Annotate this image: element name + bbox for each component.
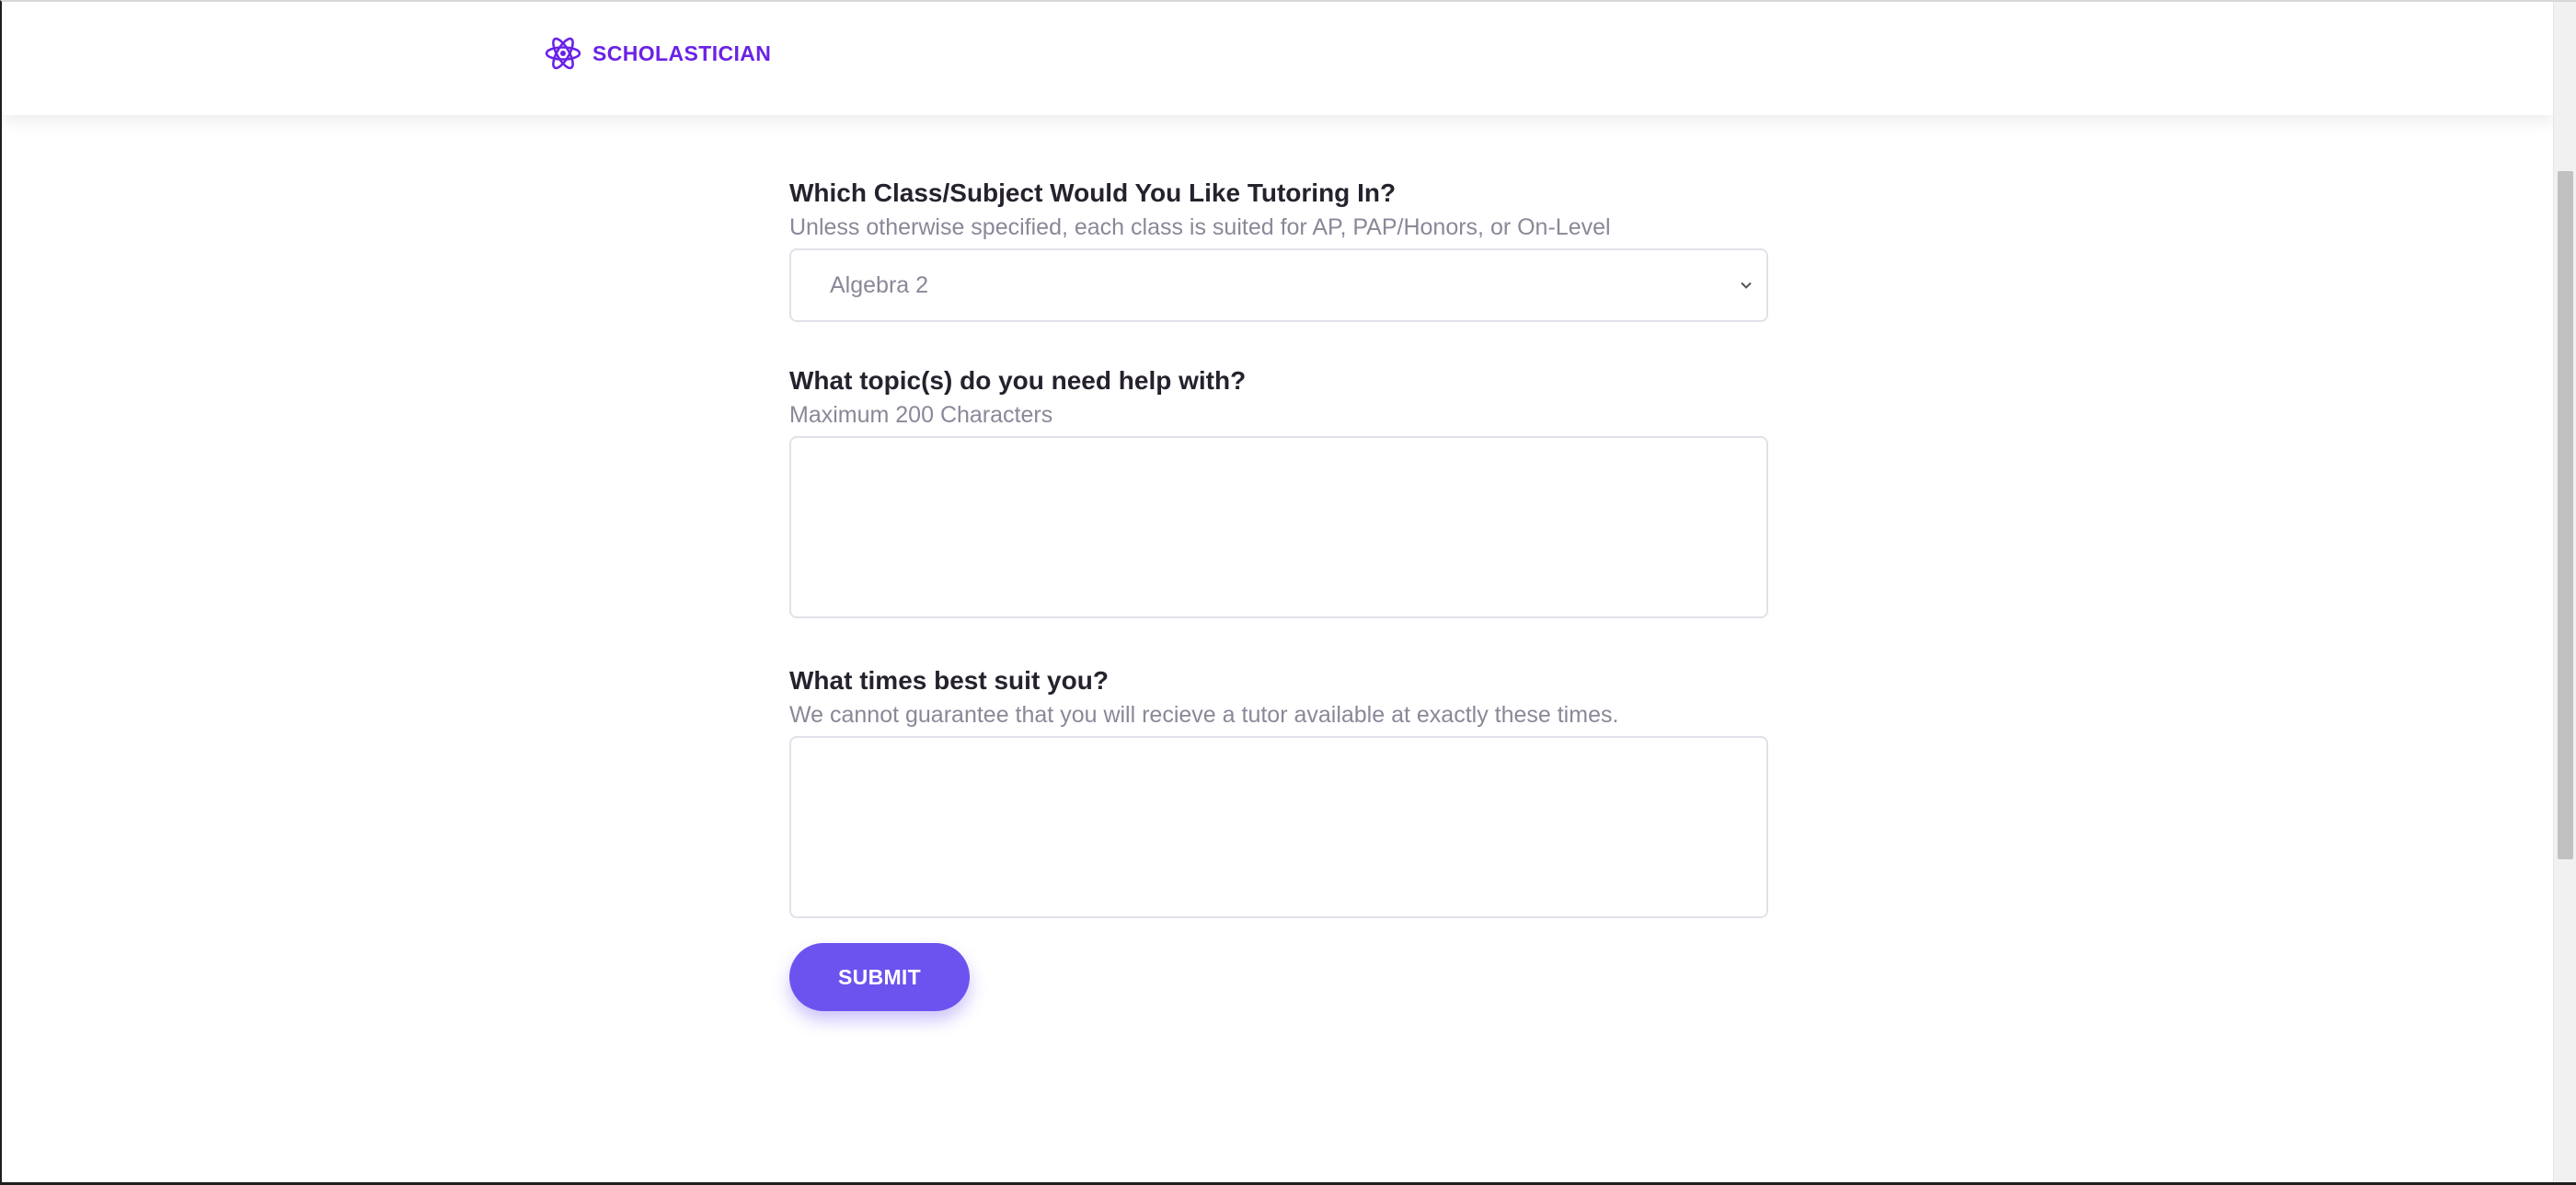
subject-field-group: Which Class/Subject Would You Like Tutor… [789,175,1768,322]
atom-icon [543,33,583,74]
tutoring-request-form: Which Class/Subject Would You Like Tutor… [789,175,1768,918]
times-field-group: What times best suit you? We cannot guar… [789,662,1768,918]
subject-select[interactable]: Algebra 2 [789,248,1768,322]
subject-selected-value: Algebra 2 [830,272,929,298]
browser-viewport: SCHOLASTICIAN Which Class/Subject Would … [0,0,2576,1185]
scrollbar-thumb[interactable] [2558,171,2573,859]
subject-label: Which Class/Subject Would You Like Tutor… [789,178,1397,207]
chevron-down-icon [1739,278,1754,297]
times-hint: We cannot guarantee that you will reciev… [789,702,1619,728]
submit-button[interactable]: SUBMIT [789,943,970,1011]
topics-textarea[interactable] [789,436,1768,618]
subject-hint: Unless otherwise specified, each class i… [789,214,1611,240]
topics-field-group: What topic(s) do you need help with? Max… [789,362,1768,618]
brand-name: SCHOLASTICIAN [592,40,772,65]
brand-logo-link[interactable]: SCHOLASTICIAN [543,33,771,74]
times-textarea[interactable] [789,736,1768,918]
topics-label: What topic(s) do you need help with? [789,366,1247,395]
top-navbar: SCHOLASTICIAN [2,2,2555,115]
topics-hint: Maximum 200 Characters [789,402,1053,428]
times-label: What times best suit you? [789,666,1109,695]
vertical-scrollbar[interactable] [2553,2,2576,1182]
